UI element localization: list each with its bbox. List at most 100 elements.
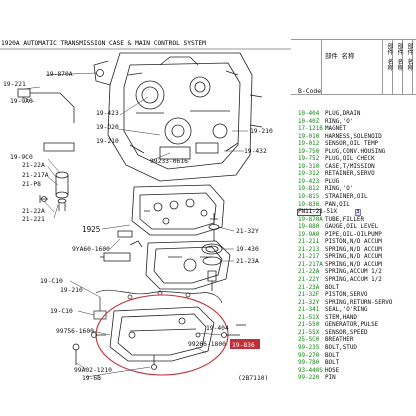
table-row[interactable]: 19-815 STRAINER,OIL — [291, 194, 416, 202]
label-19-9C0[interactable]: 19-9C0 — [10, 154, 33, 161]
part-name: PISTON,N/D ACCUM — [325, 239, 382, 246]
table-row[interactable]: 19-750 PLUG,CONV.HOUSING — [291, 149, 416, 157]
table-row[interactable]: 19-880 GAUGE,OIL LEVEL — [291, 224, 416, 232]
part-code: 19-312 — [298, 171, 320, 178]
part-name: TUBE,FILLER — [325, 216, 365, 223]
table-row[interactable]: 19-752 PLUG,OIL CHECK — [291, 156, 416, 164]
label-19-C10[interactable]: 19-C10 — [40, 278, 63, 285]
part-name: RING,'O' — [325, 118, 354, 125]
label-99A02-1210[interactable]: 99A02-1210 — [74, 367, 112, 374]
label-19-870A[interactable]: 19-870A — [46, 71, 73, 78]
part-name: PIPE,OIL-OILPUMP — [325, 231, 382, 238]
column-header-3[interactable]: 部件 名称 — [405, 43, 414, 71]
part-name: BREATHER — [325, 337, 354, 344]
table-row[interactable]: 21-55X SENSOR,SPEED — [291, 330, 416, 338]
label-21-217A[interactable]: 21-217A — [22, 172, 49, 179]
selected-table-row[interactable]: FN11-21-51X 3 — [291, 209, 416, 217]
table-row[interactable]: 19-423 PLUG — [291, 179, 416, 187]
label-99756-1600[interactable]: 99756-1600 — [56, 328, 94, 335]
column-header-code[interactable]: B-Code — [298, 88, 321, 95]
part-code: 21-213 — [298, 246, 320, 253]
label-19-430[interactable]: 19-430 — [236, 246, 259, 253]
table-row[interactable]: 99-220 PIN — [291, 375, 416, 382]
label-19-210[interactable]: 19-210 — [250, 128, 273, 135]
table-row[interactable]: 21-22A SPRING,ACCUM 1/2 — [291, 269, 416, 277]
table-row[interactable]: 99-780 BOLT — [291, 360, 416, 368]
table-row[interactable]: 21-213 SPRING,N/D ACCUM — [291, 247, 416, 255]
label-21-22A-b[interactable]: 21-22A — [22, 208, 45, 215]
table-row[interactable]: 17-121B MAGNET — [291, 126, 416, 134]
column-header-2[interactable]: 部件 名称 — [395, 43, 404, 71]
table-row[interactable]: 19-312 RETAINER,SERVO — [291, 171, 416, 179]
table-row[interactable]: 21-217A SPRING,N/D ACCUM — [291, 262, 416, 270]
label-99233-0616[interactable]: 99233-0616 — [150, 158, 188, 165]
part-code: 25-5C0 — [298, 337, 320, 344]
part-name: RING,'O' — [325, 186, 354, 193]
part-code: 19-880 — [298, 224, 320, 231]
part-code: 21-22A — [298, 269, 320, 276]
part-code: 99-220 — [298, 375, 320, 382]
table-row[interactable]: 21-51X STEM,HAND — [291, 315, 416, 323]
part-code: 19-310 — [298, 163, 320, 170]
part-name: SPRING,ACCUM 1/2 — [325, 277, 382, 284]
table-row[interactable]: 19-310 CASE,T/MISSION — [291, 164, 416, 172]
label-19-9A0[interactable]: 19-9A0 — [10, 98, 33, 105]
part-name: CASE,T/MISSION — [325, 163, 375, 170]
label-21-221[interactable]: 21-221 — [22, 216, 45, 223]
table-row[interactable]: 25-5C0 BREATHER — [291, 337, 416, 345]
label-19-836[interactable]: 19-836 — [232, 342, 255, 349]
table-row[interactable]: 10-40Z RING,'O' — [291, 119, 416, 127]
table-row[interactable]: 21-32Y SPRING,RETURN-SERVO — [291, 300, 416, 308]
table-row[interactable]: 21-22Y SPRING,ACCUM 1/2 — [291, 277, 416, 285]
label-19-423[interactable]: 19-423 — [96, 110, 119, 117]
table-row[interactable]: 10-404 PLUG,DRAIN — [291, 111, 416, 119]
label-19-D20[interactable]: 19-D20 — [96, 124, 119, 131]
table-row[interactable]: 99-235 BOLT,STUD — [291, 345, 416, 353]
table-row[interactable]: 19-836 PAN,OIL — [291, 202, 416, 210]
part-code: 19-752 — [298, 156, 320, 163]
label-19-210-c[interactable]: 19-210 — [60, 287, 83, 294]
label-19-221[interactable]: 19-221 — [3, 81, 26, 88]
app-window: 1920A AUTOMATIC TRANSMISSION CASE & MAIN… — [0, 35, 416, 382]
label-1925[interactable]: 1925 — [82, 225, 100, 234]
table-row[interactable]: 19-012 SENSOR,OIL TEMP — [291, 141, 416, 149]
part-code: 99-235 — [298, 344, 320, 351]
label-21-22A[interactable]: 21-22A — [22, 162, 45, 169]
label-19-6B[interactable]: 19-6B — [82, 375, 101, 382]
table-row[interactable]: 21-32F PISTON,SERVO — [291, 292, 416, 300]
label-19-C10-b[interactable]: 19-C10 — [50, 308, 73, 315]
part-name: SENSOR,OIL TEMP — [325, 141, 379, 148]
part-name: BOLT — [325, 360, 340, 367]
table-row[interactable]: 21-23A BOLT — [291, 285, 416, 293]
parts-diagram-panel: 1920A AUTOMATIC TRANSMISSION CASE & MAIN… — [0, 35, 292, 382]
table-row[interactable]: 21-211 PISTON,N/D ACCUM — [291, 239, 416, 247]
table-row[interactable]: 21-550 GENERATOR,PULSE — [291, 322, 416, 330]
part-name: STEM,HAND — [325, 314, 357, 321]
part-code: 99-780 — [298, 360, 320, 367]
part-code: 21-23A — [298, 284, 320, 291]
label-21-23A[interactable]: 21-23A — [236, 258, 259, 265]
part-code: 10-404 — [298, 111, 320, 117]
label-19-210-b[interactable]: 19-210 — [96, 138, 119, 145]
label-21-32Y[interactable]: 21-32Y — [236, 228, 259, 235]
label-99266-1800[interactable]: 99266-1800 — [188, 341, 226, 348]
part-name: GENERATOR,PULSE — [325, 322, 379, 329]
label-19-404[interactable]: 19-404 — [206, 325, 229, 332]
table-row[interactable]: 93-440S HOSE — [291, 368, 416, 376]
label-9YA60-1600[interactable]: 9YA60-1600 — [72, 246, 110, 253]
table-row[interactable]: 21-341 SEAL,'O'RING — [291, 307, 416, 315]
column-header-1[interactable]: 部件 名称 — [385, 43, 394, 71]
label-19-432[interactable]: 19-432 — [244, 148, 267, 155]
part-name: PLUG,OIL CHECK — [325, 156, 375, 163]
table-row[interactable]: 19-870A TUBE,FILLER — [291, 217, 416, 225]
label-21-P8[interactable]: 21-P8 — [22, 181, 41, 188]
table-row[interactable]: 21-217 SPRING,N/D ACCUM — [291, 254, 416, 262]
table-row[interactable]: 99-270 BOLT — [291, 353, 416, 361]
table-row[interactable]: 19-010 HARNESS,SOLENOID — [291, 134, 416, 142]
column-header-name[interactable]: 部件 名称 — [325, 53, 355, 60]
part-name: SPRING,N/D ACCUM — [325, 254, 382, 261]
table-row[interactable]: 19-9A0 PIPE,OIL-OILPUMP — [291, 232, 416, 240]
table-row[interactable]: 19-812 RING,'O' — [291, 186, 416, 194]
part-code: 19-010 — [298, 133, 320, 140]
part-name: HARNESS,SOLENOID — [325, 133, 382, 140]
